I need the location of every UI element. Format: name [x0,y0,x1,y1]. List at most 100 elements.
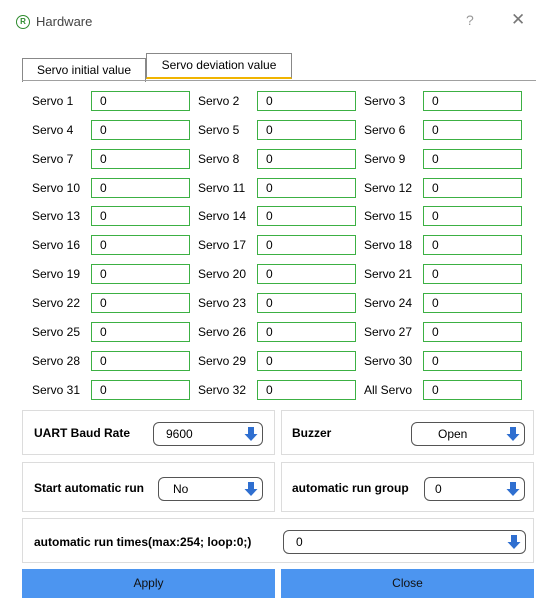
auto-run-group-label: automatic run group [292,481,409,495]
servo-19-input[interactable]: 0 [91,264,190,285]
servo-11-label: Servo 11 [198,180,246,195]
servo-1-input[interactable]: 0 [91,91,190,111]
servo-5-label: Servo 5 [198,122,240,137]
servo-2-input[interactable]: 0 [257,91,356,111]
servo-20-input[interactable]: 0 [257,264,356,285]
baud-rate-select[interactable]: 9600 [153,422,263,446]
servo-29-input[interactable]: 0 [257,350,356,371]
auto-run-group-value: 0 [435,482,442,496]
dropdown-arrow-icon [244,482,258,496]
auto-run-label: Start automatic run [34,481,145,495]
servo-24-input[interactable]: 0 [423,292,522,313]
servo-25-label: Servo 25 [32,324,81,339]
servo-12-label: Servo 12 [364,180,413,195]
dropdown-arrow-icon [507,535,521,549]
auto-run-panel: Start automatic run No [22,462,275,512]
baud-rate-panel: UART Baud Rate 9600 [22,410,275,455]
servo-9-label: Servo 9 [364,151,406,166]
servo-18-label: Servo 18 [364,238,413,253]
servo-13-label: Servo 13 [32,209,81,224]
buzzer-panel: Buzzer Open [281,410,534,455]
servo-15-label: Servo 15 [364,209,413,224]
baud-rate-value: 9600 [166,427,193,441]
servo-6-input[interactable]: 0 [423,119,522,140]
auto-run-times-panel: automatic run times(max:254; loop:0;) 0 [22,518,534,563]
title-bar: R Hardware ? ✕ [0,0,540,42]
servo-16-label: Servo 16 [32,238,81,253]
servo-6-label: Servo 6 [364,122,406,137]
servo-27-label: Servo 27 [364,324,413,339]
servo-2-label: Servo 2 [198,94,240,108]
servo-28-input[interactable]: 0 [91,350,190,371]
tab-servo-initial-value[interactable]: Servo initial value [22,58,146,82]
help-button[interactable]: ? [466,12,474,28]
servo-7-input[interactable]: 0 [91,148,190,169]
servo-10-input[interactable]: 0 [91,177,190,198]
servo-24-label: Servo 24 [364,295,413,310]
servo-31-input[interactable]: 0 [91,379,190,400]
servo-16-input[interactable]: 0 [91,235,190,256]
auto-run-times-select[interactable]: 0 [283,530,526,554]
servo-27-input[interactable]: 0 [423,321,522,342]
servo-22-label: Servo 22 [32,295,81,310]
servo-3-input[interactable]: 0 [423,91,522,111]
servo-32-input[interactable]: 0 [257,379,356,400]
servo-17-label: Servo 17 [198,238,247,253]
servo-21-label: Servo 21 [364,267,413,282]
servo-30-label: Servo 30 [364,353,413,368]
window-title: Hardware [36,14,93,29]
servo-14-label: Servo 14 [198,209,247,224]
buzzer-value: Open [438,427,468,441]
servo-15-input[interactable]: 0 [423,206,522,227]
all-servo-input[interactable]: 0 [423,379,522,400]
dropdown-arrow-icon [506,482,520,496]
servo-20-label: Servo 20 [198,267,247,282]
servo-28-label: Servo 28 [32,353,81,368]
servo-11-input[interactable]: 0 [257,177,356,198]
servo-30-input[interactable]: 0 [423,350,522,371]
close-button[interactable]: Close [281,569,534,598]
auto-run-value: No [173,482,189,496]
servo-18-input[interactable]: 0 [423,235,522,256]
servo-21-input[interactable]: 0 [423,264,522,285]
servo-4-input[interactable]: 0 [91,119,190,140]
all-servo-label: All Servo [364,382,413,397]
servo-7-label: Servo 7 [32,151,74,166]
servo-29-label: Servo 29 [198,353,247,368]
servo-13-input[interactable]: 0 [91,206,190,227]
servo-8-input[interactable]: 0 [257,148,356,169]
apply-button[interactable]: Apply [22,569,275,598]
buzzer-select[interactable]: Open [411,422,525,446]
auto-run-times-label: automatic run times(max:254; loop:0;) [34,535,252,549]
auto-run-times-value: 0 [296,535,303,549]
app-logo-icon: R [16,15,30,29]
dropdown-arrow-icon [244,427,258,441]
close-window-icon[interactable]: ✕ [511,10,525,30]
servo-17-input[interactable]: 0 [257,235,356,256]
servo-10-label: Servo 10 [32,180,81,195]
auto-run-group-select[interactable]: 0 [424,477,525,501]
tab-servo-deviation-value[interactable]: Servo deviation value [146,53,292,79]
servo-5-input[interactable]: 0 [257,119,356,140]
servo-32-label: Servo 32 [198,382,247,397]
buzzer-label: Buzzer [292,426,332,440]
servo-1-label: Servo 1 [32,94,74,108]
servo-4-label: Servo 4 [32,122,74,137]
servo-12-input[interactable]: 0 [423,177,522,198]
servo-23-label: Servo 23 [198,295,247,310]
tab-divider [22,80,536,81]
servo-26-label: Servo 26 [198,324,247,339]
auto-run-select[interactable]: No [158,477,263,501]
servo-19-label: Servo 19 [32,267,81,282]
servo-3-label: Servo 3 [364,94,406,108]
servo-22-input[interactable]: 0 [91,292,190,313]
servo-8-label: Servo 8 [198,151,240,166]
servo-31-label: Servo 31 [32,382,81,397]
auto-run-group-panel: automatic run group 0 [281,462,534,512]
dropdown-arrow-icon [506,427,520,441]
servo-26-input[interactable]: 0 [257,321,356,342]
servo-23-input[interactable]: 0 [257,292,356,313]
servo-14-input[interactable]: 0 [257,206,356,227]
servo-25-input[interactable]: 0 [91,321,190,342]
servo-9-input[interactable]: 0 [423,148,522,169]
